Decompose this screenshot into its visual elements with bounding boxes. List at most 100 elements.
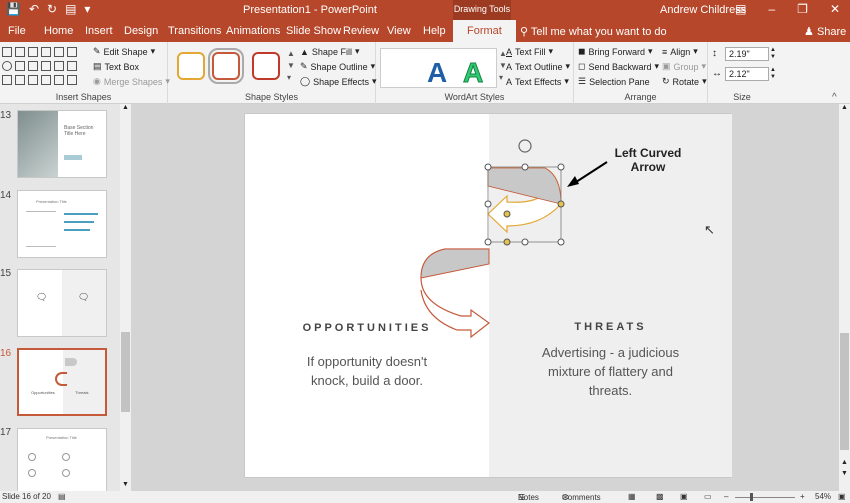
oval-shape-icon[interactable] — [2, 61, 12, 71]
slide-thumbnail-13[interactable]: Base Section Title Here — [17, 110, 107, 178]
rotate-handle-icon[interactable] — [518, 139, 532, 153]
edit-shape-button[interactable]: ✎ Edit Shape ▾ — [93, 46, 155, 57]
restore-icon[interactable]: ❐ — [797, 2, 808, 16]
next-slide-icon[interactable]: ▼ — [841, 470, 848, 477]
zoom-slider[interactable] — [735, 497, 795, 498]
wordart-gallery[interactable]: A A — [380, 48, 497, 89]
shape-height-input[interactable]: 2.19" — [725, 47, 769, 61]
freeform-shape-icon[interactable] — [54, 75, 64, 85]
line-diagonal-icon[interactable] — [54, 47, 64, 57]
user-name[interactable]: Andrew Childress — [660, 4, 746, 16]
tab-help[interactable]: Help — [423, 25, 446, 37]
text-shape-icon[interactable] — [41, 47, 51, 57]
adjust-handle[interactable] — [557, 200, 565, 208]
text-outline-button[interactable]: A Text Outline ▾ — [506, 61, 570, 72]
tab-format[interactable]: Format — [453, 20, 516, 42]
redo-icon[interactable]: ↻ — [47, 2, 57, 16]
zoom-level[interactable]: 54% — [815, 492, 831, 501]
slide-canvas[interactable]: Left Curved Arrow OPPORTUNITIES If oppor… — [244, 113, 732, 478]
resize-handle[interactable] — [521, 238, 529, 246]
fit-slide-icon[interactable]: ▣ — [838, 492, 846, 501]
save-icon[interactable]: 💾 — [6, 2, 21, 16]
scroll-down-icon[interactable]: ▼ — [122, 481, 129, 488]
align-button[interactable]: ≡ Align ▾ — [662, 46, 698, 57]
prev-slide-icon[interactable]: ▲ — [841, 459, 848, 466]
curve-shape-icon[interactable] — [41, 61, 51, 71]
selection-pane-button[interactable]: ☰ Selection Pane — [578, 76, 650, 87]
shape-style-red[interactable] — [252, 52, 280, 80]
tab-transitions[interactable]: Transitions — [168, 25, 221, 37]
resize-handle[interactable] — [484, 238, 492, 246]
close-icon[interactable]: ✕ — [830, 2, 840, 16]
resize-handle[interactable] — [484, 163, 492, 171]
editor-scrollbar[interactable]: ▲ ▲ ▼ — [839, 104, 850, 491]
bring-forward-button[interactable]: ◼ Bring Forward ▾ — [578, 46, 653, 57]
scroll-up-icon[interactable]: ▲ — [122, 104, 129, 111]
height-spinner[interactable]: ▲ ▼ — [770, 47, 776, 61]
tab-view[interactable]: View — [387, 25, 411, 37]
shape-width-input[interactable]: 2.12" — [725, 67, 769, 81]
merge-shapes-button[interactable]: ◉ Merge Shapes ▾ — [93, 76, 170, 87]
normal-view-icon[interactable]: ▦ — [628, 492, 636, 501]
tab-slide-show[interactable]: Slide Show — [286, 25, 341, 37]
tab-home[interactable]: Home — [44, 25, 73, 37]
square-shape-icon[interactable] — [15, 61, 25, 71]
slide-thumbnail-17[interactable]: Presentation Title — [17, 428, 107, 496]
tell-me-search[interactable]: ⚲ Tell me what you want to do — [520, 25, 667, 38]
more-shapes-icon[interactable] — [67, 75, 77, 85]
text-fill-button[interactable]: A Text Fill ▾ — [506, 46, 553, 57]
present-icon[interactable]: ▤ — [65, 2, 76, 16]
slideshow-view-icon[interactable]: ▭ — [704, 492, 712, 501]
width-spinner[interactable]: ▲ ▼ — [770, 67, 776, 81]
customize-icon[interactable]: ▾ — [84, 2, 90, 16]
scroll-up-icon[interactable]: ▲ — [841, 104, 848, 111]
slide-thumbnail-16[interactable]: Opportunities Threats — [17, 348, 107, 416]
text-effects-button[interactable]: A Text Effects ▾ — [506, 76, 569, 87]
resize-handle[interactable] — [484, 200, 492, 208]
send-backward-button[interactable]: ◻ Send Backward ▾ — [578, 61, 659, 72]
slide-sorter-icon[interactable]: ▩ — [656, 492, 664, 501]
tab-design[interactable]: Design — [124, 25, 158, 37]
rounded-rect-icon[interactable] — [67, 47, 77, 57]
text-box-button[interactable]: ▤ Text Box — [93, 61, 139, 72]
block-arrow-icon[interactable] — [2, 75, 12, 85]
shape-style-orange[interactable] — [208, 48, 244, 84]
shape-fill-button[interactable]: ▲ Shape Fill ▾ — [300, 46, 359, 57]
resize-handle[interactable] — [557, 238, 565, 246]
share-button[interactable]: ♟ Share — [804, 25, 846, 38]
editor-scroll-thumb[interactable] — [840, 333, 849, 450]
slide-thumbnail-14[interactable]: Presentation Title — [17, 190, 107, 258]
zoom-out-icon[interactable]: – — [724, 492, 728, 501]
group-button[interactable]: ▣ Group ▾ — [662, 61, 706, 72]
thumbnail-scrollbar[interactable]: ▲ ▼ — [120, 104, 131, 491]
zoom-slider-thumb[interactable] — [750, 493, 753, 501]
callout-shape-icon[interactable] — [28, 75, 38, 85]
shape-effects-button[interactable]: ◯ Shape Effects ▾ — [300, 76, 376, 87]
undo-icon[interactable]: ↶ — [29, 2, 39, 16]
wordart-blue-sample[interactable]: A — [427, 57, 447, 89]
tab-file[interactable]: File — [8, 25, 26, 37]
wordart-green-sample[interactable]: A — [462, 57, 483, 89]
brace-shape-icon[interactable] — [54, 61, 64, 71]
thumbnail-scroll-thumb[interactable] — [121, 332, 130, 412]
shape-outline-button[interactable]: ✎ Shape Outline ▾ — [300, 61, 375, 72]
spellcheck-icon[interactable]: ▤ — [58, 492, 66, 501]
ribbon-display-icon[interactable]: ▤ — [735, 2, 746, 16]
resize-handle[interactable] — [557, 163, 565, 171]
reading-view-icon[interactable]: ▣ — [680, 492, 688, 501]
adjust-handle[interactable] — [503, 238, 511, 246]
triangle-shape-icon[interactable] — [28, 61, 38, 71]
zoom-in-icon[interactable]: + — [800, 492, 805, 501]
collapse-ribbon-icon[interactable]: ^ — [832, 92, 837, 103]
rotate-button[interactable]: ↻ Rotate ▾ — [662, 76, 707, 87]
tab-insert[interactable]: Insert — [85, 25, 113, 37]
curved-arrow-icon[interactable] — [15, 75, 25, 85]
resize-handle[interactable] — [521, 163, 529, 171]
line-shape-icon[interactable] — [2, 47, 12, 57]
star-shape-icon[interactable] — [67, 61, 77, 71]
wave-shape-icon[interactable] — [41, 75, 51, 85]
shape-styles-scroll[interactable]: ▲ ▼ ▾ — [287, 48, 295, 84]
shape-style-gold[interactable] — [177, 52, 205, 80]
tab-review[interactable]: Review — [343, 25, 379, 37]
tab-animations[interactable]: Animations — [226, 25, 280, 37]
